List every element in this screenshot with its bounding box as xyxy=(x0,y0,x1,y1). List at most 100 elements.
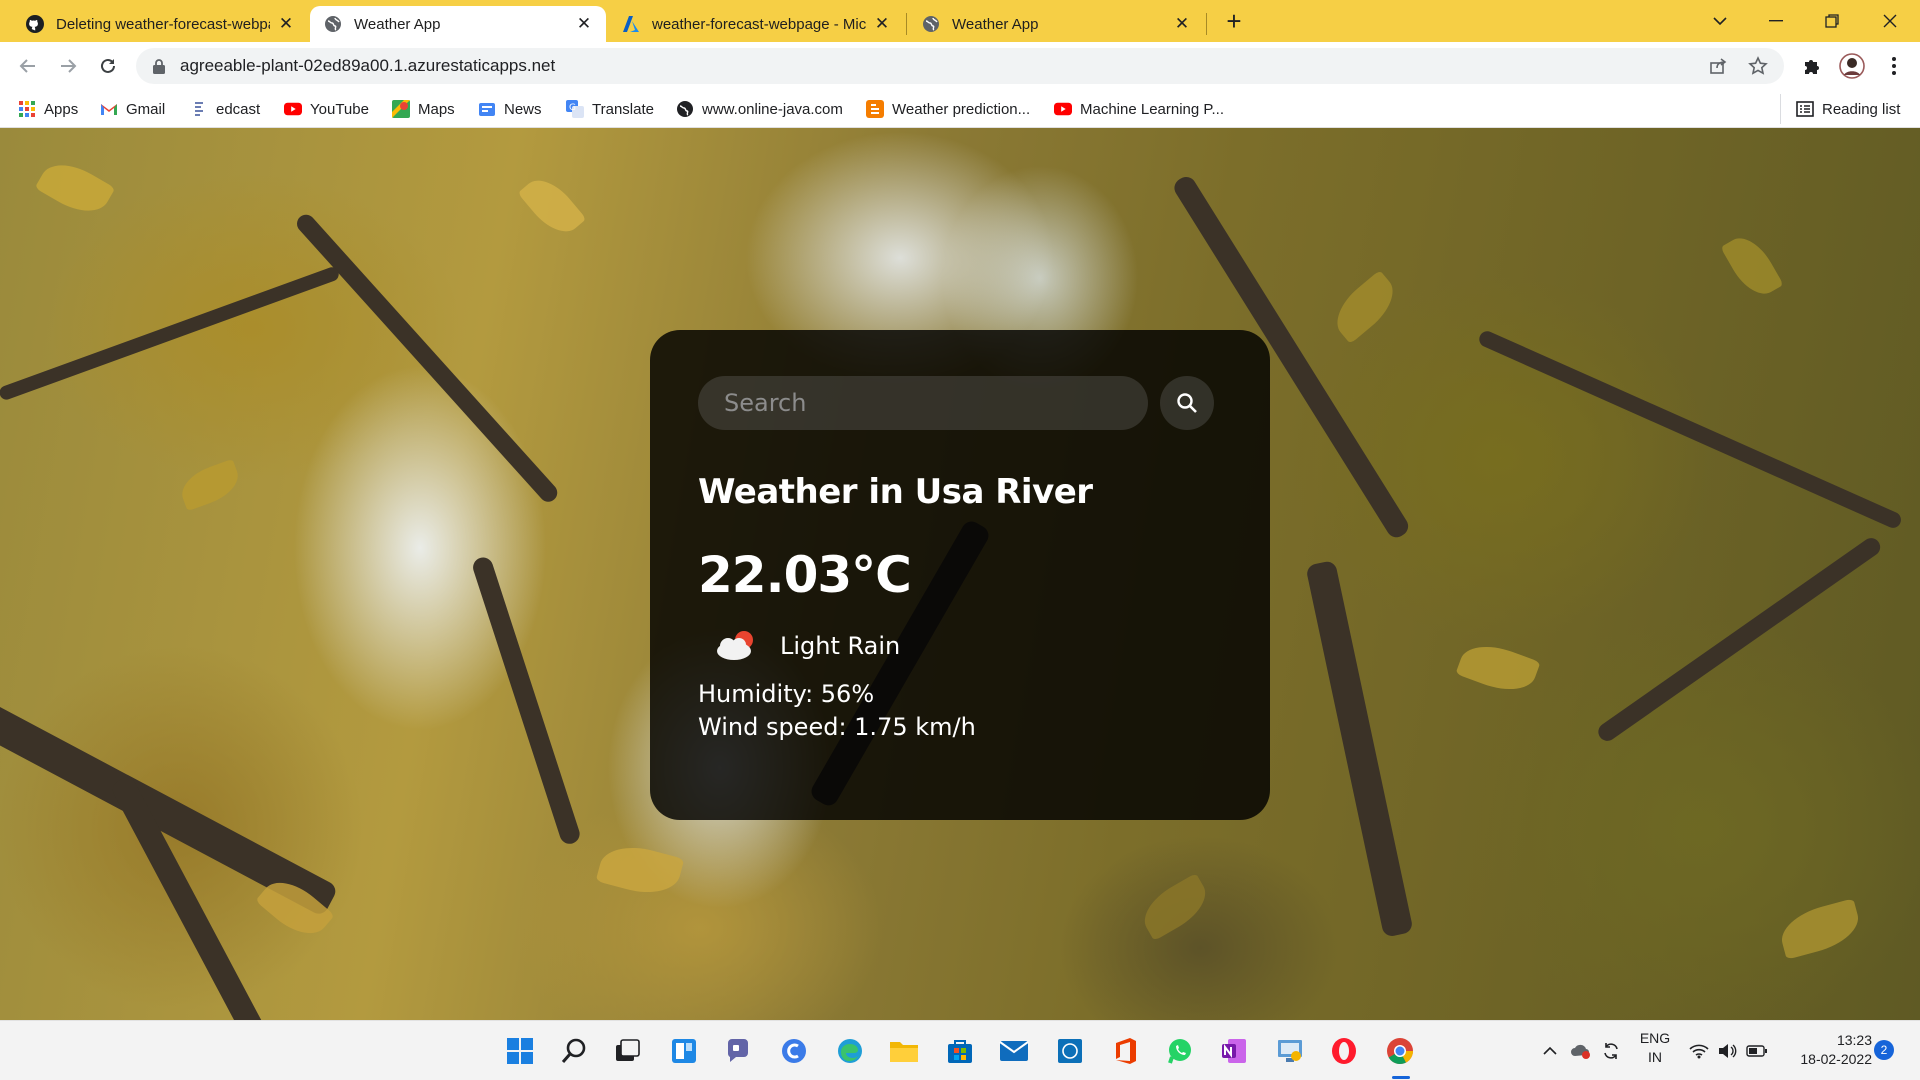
reading-list-icon xyxy=(1796,100,1814,118)
tray-overflow-button[interactable] xyxy=(1538,1039,1562,1063)
bookmark-translate[interactable]: G Translate xyxy=(566,98,654,120)
control-panel-icon xyxy=(1278,1040,1302,1062)
cortana-icon xyxy=(782,1039,806,1063)
tab-title: Deleting weather-forecast-webpa xyxy=(56,15,270,33)
taskbar-task-view[interactable] xyxy=(612,1035,644,1067)
bookmark-label: YouTube xyxy=(310,100,369,118)
region-code: IN xyxy=(1648,1049,1662,1065)
reading-list-label: Reading list xyxy=(1822,100,1901,118)
tray-battery[interactable] xyxy=(1744,1039,1770,1063)
battery-icon xyxy=(1746,1045,1767,1057)
whatsapp-icon xyxy=(1168,1039,1191,1064)
globe-icon xyxy=(325,16,341,32)
search-input[interactable] xyxy=(698,376,1148,430)
news-icon xyxy=(478,100,496,118)
temperature: 22.03°C xyxy=(698,546,912,604)
taskbar-microsoft-store[interactable] xyxy=(944,1035,976,1067)
taskbar-widgets[interactable] xyxy=(668,1035,700,1067)
edcast-icon xyxy=(190,100,208,118)
bookmark-label: Maps xyxy=(418,100,455,118)
taskbar-teams-chat[interactable] xyxy=(722,1035,754,1067)
extensions-button[interactable] xyxy=(1798,52,1826,80)
bookmark-star-button[interactable] xyxy=(1742,48,1774,84)
tray-network-status[interactable] xyxy=(1568,1039,1594,1063)
taskbar-edge[interactable] xyxy=(834,1035,866,1067)
search-row xyxy=(698,376,1228,430)
apps-grid-icon xyxy=(18,100,36,118)
humidity: Humidity: 56% xyxy=(698,680,875,708)
share-button[interactable] xyxy=(1702,48,1734,84)
tray-wifi[interactable] xyxy=(1686,1039,1712,1063)
tab-github[interactable]: Deleting weather-forecast-webpa ✕ xyxy=(12,6,308,42)
reading-list-button[interactable]: Reading list xyxy=(1796,98,1900,120)
office-icon xyxy=(1116,1038,1136,1064)
svg-text:G: G xyxy=(569,103,576,113)
bookmark-machine-learning[interactable]: Machine Learning P... xyxy=(1054,98,1224,120)
bookmark-youtube[interactable]: YouTube xyxy=(284,98,369,120)
bookmark-label: Gmail xyxy=(126,100,166,118)
bookmark-gmail[interactable]: Gmail xyxy=(100,98,165,120)
taskbar-chrome[interactable] xyxy=(1384,1035,1416,1067)
taskbar-start[interactable] xyxy=(504,1035,536,1067)
weather-description: Light Rain xyxy=(780,632,901,660)
language-indicator[interactable]: ENG IN xyxy=(1634,1029,1676,1067)
puzzle-icon xyxy=(1805,60,1819,74)
taskbar-file-explorer[interactable] xyxy=(888,1035,920,1067)
gmail-icon xyxy=(100,100,118,118)
clock-time: 13:23 xyxy=(1836,1032,1872,1048)
bookmark-online-java[interactable]: www.online-java.com xyxy=(676,98,843,120)
bookmark-apps[interactable]: Apps xyxy=(18,98,78,120)
tab-weather-app[interactable]: Weather App ✕ xyxy=(908,6,1204,42)
weather-card: Weather in Usa River 22.03°C Light Rain … xyxy=(650,330,1270,820)
close-tab-icon[interactable]: ✕ xyxy=(874,14,890,34)
onenote-icon xyxy=(1222,1039,1246,1063)
tab-search-button[interactable] xyxy=(1692,0,1748,42)
back-button[interactable] xyxy=(14,52,42,80)
tray-volume[interactable] xyxy=(1714,1039,1740,1063)
windows-taskbar: ENG IN 13:23 18-02-2022 xyxy=(0,1020,1920,1080)
close-icon xyxy=(1883,14,1897,28)
taskbar-opera[interactable] xyxy=(1328,1035,1360,1067)
translate-icon: G xyxy=(566,100,584,118)
profile-avatar[interactable] xyxy=(1838,52,1866,80)
taskbar-mail[interactable] xyxy=(998,1035,1030,1067)
share-icon xyxy=(1710,58,1727,74)
taskbar-cortana[interactable] xyxy=(778,1035,810,1067)
clock[interactable]: 13:23 18-02-2022 xyxy=(1782,1031,1872,1069)
close-tab-icon[interactable]: ✕ xyxy=(576,14,592,34)
close-tab-icon[interactable]: ✕ xyxy=(278,14,294,34)
tab-weather-app-active[interactable]: Weather App ✕ xyxy=(310,6,606,42)
restore-button[interactable] xyxy=(1804,0,1860,42)
minimize-button[interactable] xyxy=(1748,0,1804,42)
tab-title: Weather App xyxy=(952,15,1039,33)
browser-menu-button[interactable] xyxy=(1880,52,1908,80)
close-tab-icon[interactable]: ✕ xyxy=(1174,14,1190,34)
address-bar[interactable]: agreeable-plant-02ed89a00.1.azurestatica… xyxy=(136,48,1784,84)
youtube-icon xyxy=(284,100,302,118)
taskbar-control-panel[interactable] xyxy=(1274,1035,1306,1067)
maps-icon xyxy=(392,100,410,118)
url-text: agreeable-plant-02ed89a00.1.azurestatica… xyxy=(180,56,556,75)
bookmark-maps[interactable]: Maps xyxy=(392,98,455,120)
teams-chat-icon xyxy=(727,1039,748,1062)
close-window-button[interactable] xyxy=(1862,0,1918,42)
bookmark-news[interactable]: News xyxy=(478,98,542,120)
active-app-indicator xyxy=(1392,1076,1410,1079)
reload-button[interactable] xyxy=(94,52,122,80)
tray-sync[interactable] xyxy=(1598,1039,1624,1063)
new-tab-button[interactable]: + xyxy=(1220,8,1248,36)
search-button[interactable] xyxy=(1160,376,1214,430)
taskbar-office[interactable] xyxy=(1110,1035,1142,1067)
chevron-down-icon xyxy=(1713,17,1727,26)
taskbar-onenote[interactable] xyxy=(1218,1035,1250,1067)
tab-title: weather-forecast-webpage - Mic xyxy=(652,15,866,33)
taskbar-whatsapp[interactable] xyxy=(1164,1035,1196,1067)
tab-azure[interactable]: weather-forecast-webpage - Mic ✕ xyxy=(608,6,904,42)
taskbar-search[interactable] xyxy=(558,1035,590,1067)
bookmark-edcast[interactable]: edcast xyxy=(190,98,260,120)
forward-button[interactable] xyxy=(54,52,82,80)
taskbar-dell[interactable] xyxy=(1054,1035,1086,1067)
notification-badge[interactable]: 2 xyxy=(1874,1040,1894,1060)
bookmark-weather-prediction[interactable]: Weather prediction... xyxy=(866,98,1030,120)
bookmark-label: edcast xyxy=(216,100,261,118)
